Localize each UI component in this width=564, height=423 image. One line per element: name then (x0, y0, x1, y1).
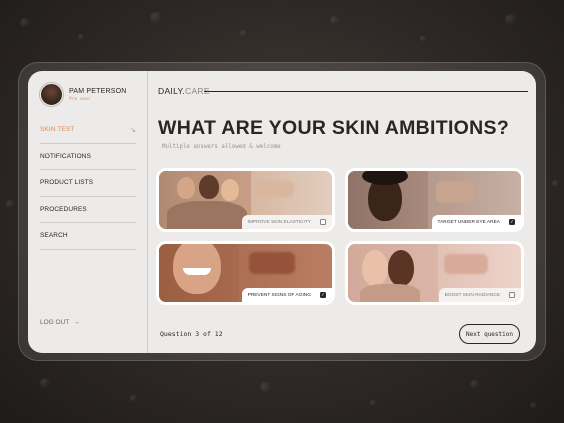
option-card-boost-skin-radiance[interactable]: BOOST SKIN RADIANCE (345, 241, 524, 305)
user-profile[interactable]: PAM PETERSON Pro user (40, 83, 127, 106)
cream-swatch (436, 181, 474, 203)
option-label: IMPROVE SKIN ELASTICITY (241, 215, 332, 229)
next-question-button[interactable]: Next question (459, 324, 520, 344)
checkmark-icon[interactable]: ✓ (320, 292, 326, 298)
option-card-target-under-eye-area[interactable]: TARGET UNDER EYE AREA ✓ (345, 168, 524, 232)
sidebar-item-product-lists[interactable]: PRODUCT LISTS (40, 170, 136, 197)
profile-info: PAM PETERSON Pro user (69, 88, 127, 102)
sidebar-item-label: SKIN TEST (40, 126, 75, 134)
user-role: Pro user (69, 96, 91, 102)
question-subtitle: Multiple answers allowed & welcome (162, 144, 281, 150)
sidebar-item-search[interactable]: SEARCH (40, 223, 136, 250)
sidebar-item-skin-test[interactable]: SKIN TEST ↘ (40, 117, 136, 144)
user-name: PAM PETERSON (69, 87, 127, 95)
option-photo (348, 244, 438, 302)
option-photo (159, 244, 239, 302)
sidebar-item-label: PRODUCT LISTS (40, 179, 94, 187)
arrow-down-right-icon: ↘ (130, 126, 136, 134)
sidebar-item-procedures[interactable]: PROCEDURES (40, 197, 136, 223)
question-counter: Question 3 of 12 (160, 330, 223, 338)
question-title: WHAT ARE YOUR SKIN AMBITIONS? (158, 117, 510, 139)
brand-logo[interactable]: DAILY.CARE (158, 86, 210, 96)
avatar (40, 83, 63, 106)
checkbox[interactable] (320, 219, 326, 225)
option-label: TARGET UNDER EYE AREA ✓ (431, 215, 521, 229)
cream-swatch (249, 252, 295, 274)
option-card-prevent-signs-of-aging[interactable]: PREVENT SIGNS OF AGING ✓ (156, 241, 335, 305)
sidebar-item-label: NOTIFICATIONS (40, 152, 92, 160)
sidebar-item-label: PROCEDURES (40, 205, 87, 213)
checkbox[interactable] (509, 292, 515, 298)
arrow-right-icon: → (73, 319, 80, 326)
sidebar-item-label: SEARCH (40, 232, 68, 240)
brand-name: DAILY. (158, 86, 186, 96)
sidebar: PAM PETERSON Pro user SKIN TEST ↘ NOTIFI… (28, 71, 148, 353)
cream-swatch (444, 254, 488, 274)
cream-swatch (254, 181, 294, 197)
main-content: DAILY.CARE WHAT ARE YOUR SKIN AMBITIONS?… (156, 71, 528, 353)
option-label: BOOST SKIN RADIANCE (438, 288, 521, 302)
option-label: PREVENT SIGNS OF AGING ✓ (241, 288, 332, 302)
option-photo (159, 171, 251, 229)
header-divider (204, 91, 528, 92)
app-window: PAM PETERSON Pro user SKIN TEST ↘ NOTIFI… (28, 71, 536, 353)
option-card-improve-skin-elasticity[interactable]: IMPROVE SKIN ELASTICITY (156, 168, 335, 232)
logout-label: LOG OUT (40, 319, 70, 326)
sidebar-nav: SKIN TEST ↘ NOTIFICATIONS PRODUCT LISTS … (40, 117, 136, 250)
sidebar-item-notifications[interactable]: NOTIFICATIONS (40, 144, 136, 170)
checkmark-icon[interactable]: ✓ (509, 219, 515, 225)
logout-link[interactable]: LOG OUT → (40, 319, 80, 326)
option-photo (348, 171, 428, 229)
